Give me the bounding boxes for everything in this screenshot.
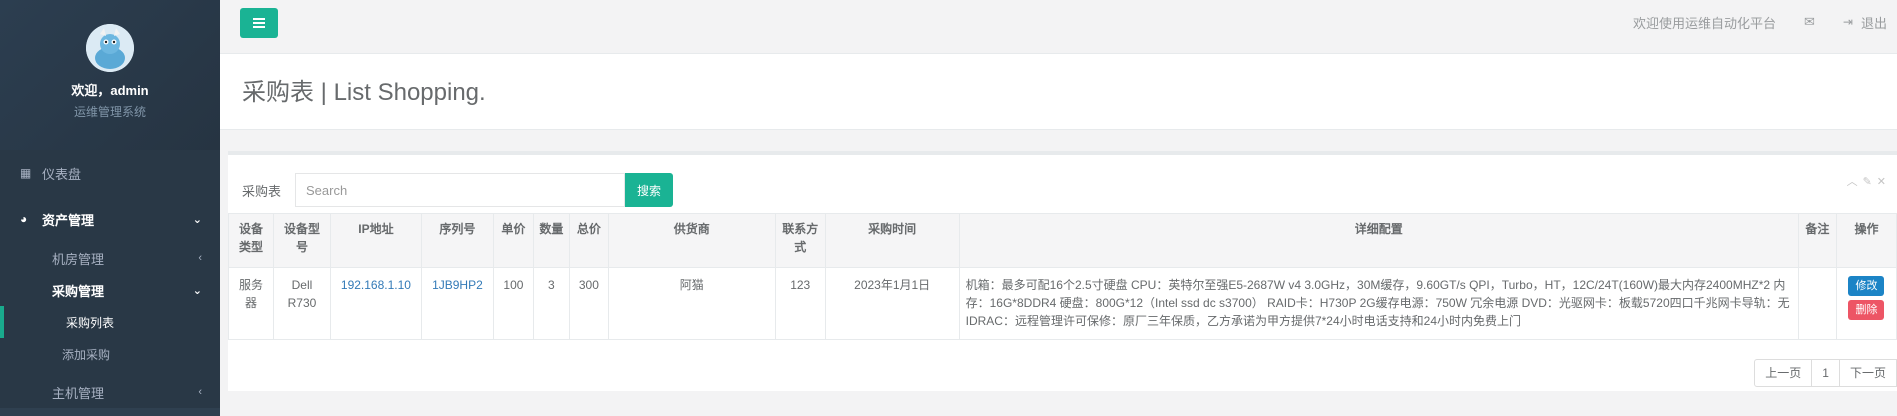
sidebar-item-purchase[interactable]: 采购管理 ⌄ <box>0 274 220 306</box>
col-header: 数量 <box>532 213 570 268</box>
sidebar-item-label: 机房管理 <box>52 251 105 267</box>
delete-button[interactable]: 删除 <box>1848 300 1885 320</box>
next-page-button[interactable]: 下一页 <box>1838 359 1897 387</box>
cell-remark <box>1797 267 1837 340</box>
logout-link[interactable]: ⇥ 退出 <box>1843 13 1887 32</box>
purchase-submenu: 采购列表 添加采购 <box>0 306 220 370</box>
avatar[interactable] <box>86 24 134 72</box>
cell-date: 2023年1月1日 <box>824 267 960 340</box>
cell-quantity: 3 <box>532 267 570 340</box>
search-bar: 采购表 搜索 <box>242 173 674 207</box>
sidebar-toggle-button[interactable] <box>240 8 278 38</box>
profile-panel: 欢迎，admin 运维管理系统 <box>0 0 220 150</box>
asset-submenu: 机房管理 ‹ 采购管理 ⌄ 采购列表 添加采购 主机管理 ‹ <box>0 242 220 408</box>
pagination: 上一页 1 下一页 <box>1754 359 1897 387</box>
sidebar-item-label: 主机管理 <box>52 385 105 401</box>
col-header: 序列号 <box>420 213 494 268</box>
page-number-button[interactable]: 1 <box>1811 359 1840 387</box>
col-header: 设备型号 <box>272 213 331 268</box>
col-header: 备注 <box>1797 213 1837 268</box>
asset-icon: ◕ <box>20 212 28 226</box>
chevron-left-icon: ‹ <box>198 252 202 264</box>
search-button[interactable]: 搜索 <box>625 173 674 207</box>
search-label: 采购表 <box>242 183 282 199</box>
sidebar-item-purchase-add[interactable]: 添加采购 <box>0 338 220 370</box>
col-header: IP地址 <box>329 213 422 268</box>
sidebar-item-host[interactable]: 主机管理 ‹ <box>0 376 220 408</box>
welcome-text[interactable]: 欢迎，admin <box>0 80 220 99</box>
sidebar-item-room[interactable]: 机房管理 ‹ <box>0 242 220 274</box>
sidebar-item-label: 采购列表 <box>66 315 115 330</box>
chevron-down-icon: ⌄ <box>192 284 202 297</box>
cell-supplier: 阿猫 <box>607 267 776 340</box>
cell-actions: 修改 删除 <box>1835 267 1897 340</box>
logout-label: 退出 <box>1860 15 1887 31</box>
wrench-icon[interactable]: ✎ <box>1863 176 1877 188</box>
prev-page-button[interactable]: 上一页 <box>1754 359 1813 387</box>
cell-total: 300 <box>568 267 609 340</box>
panel-tools: ︿✎✕ <box>1847 173 1891 189</box>
cell-serial-link[interactable]: 1JB9HP2 <box>420 267 494 340</box>
close-icon[interactable]: ✕ <box>1877 176 1891 188</box>
envelope-icon[interactable]: ✉ <box>1804 14 1815 30</box>
col-header: 操作 <box>1835 213 1897 268</box>
purchase-panel: ︿✎✕ 采购表 搜索 设备类型 设备型号 IP地址 序列号 单价 数量 总价 供… <box>228 151 1897 391</box>
table-header-row: 设备类型 设备型号 IP地址 序列号 单价 数量 总价 供货商 联系方式 采购时… <box>228 213 1897 268</box>
sidebar-item-label: 采购管理 <box>52 283 105 299</box>
role-text: 运维管理系统 <box>73 105 146 119</box>
page-title: 采购表 | List Shopping. <box>242 79 486 106</box>
chevron-down-icon: ⌄ <box>192 213 202 226</box>
col-header: 详细配置 <box>958 213 1799 268</box>
sidebar-item-purchase-list[interactable]: 采购列表 <box>0 306 220 338</box>
col-header: 采购时间 <box>824 213 960 268</box>
sidebar-item-dashboard[interactable]: ▦ 仪表盘 <box>0 150 220 196</box>
sidebar-item-label: 资产管理 <box>42 212 95 228</box>
sidebar-item-label: 添加采购 <box>62 347 111 362</box>
sidebar-nav: ▦ 仪表盘 ◕ 资产管理 ⌄ 机房管理 ‹ 采购管理 ⌄ 采购列表 添加采购 主… <box>0 150 220 408</box>
col-header: 单价 <box>492 213 534 268</box>
cell-type: 服务器 <box>228 267 274 340</box>
top-right-links: 欢迎使用运维自动化平台 ✉ ⇥ 退出 <box>1633 0 1897 44</box>
welcome-message: 欢迎使用运维自动化平台 <box>1633 15 1777 31</box>
col-header: 联系方式 <box>774 213 826 268</box>
cell-unit-price: 100 <box>492 267 534 340</box>
cell-detail: 机箱：最多可配16个2.5寸硬盘 CPU：英特尔至强E5-2687W v4 3.… <box>958 267 1799 340</box>
sidebar: 欢迎，admin 运维管理系统 ▦ 仪表盘 ◕ 资产管理 ⌄ 机房管理 ‹ 采购… <box>0 0 220 416</box>
cell-model: Dell R730 <box>272 267 331 340</box>
cell-contact: 123 <box>774 267 826 340</box>
hamburger-icon <box>253 16 265 30</box>
sidebar-item-label: 仪表盘 <box>42 166 82 182</box>
search-input[interactable] <box>295 173 626 207</box>
chevron-left-icon: ‹ <box>198 386 202 398</box>
cell-ip-link[interactable]: 192.168.1.10 <box>329 267 422 340</box>
dashboard-icon: ▦ <box>20 166 32 180</box>
edit-button[interactable]: 修改 <box>1848 276 1885 296</box>
col-header: 设备类型 <box>228 213 274 268</box>
col-header: 供货商 <box>607 213 776 268</box>
sidebar-item-assets[interactable]: ◕ 资产管理 ⌄ <box>0 196 220 242</box>
col-header: 总价 <box>568 213 609 268</box>
collapse-icon[interactable]: ︿ <box>1847 176 1863 188</box>
top-navbar: 欢迎使用运维自动化平台 ✉ ⇥ 退出 <box>220 0 1897 54</box>
sign-out-icon: ⇥ <box>1842 15 1853 29</box>
table-row: 服务器 Dell R730 192.168.1.10 1JB9HP2 100 3… <box>228 267 1897 340</box>
page-heading: 采购表 | List Shopping. <box>220 54 1897 130</box>
purchase-table: 设备类型 设备型号 IP地址 序列号 单价 数量 总价 供货商 联系方式 采购时… <box>228 213 1897 340</box>
